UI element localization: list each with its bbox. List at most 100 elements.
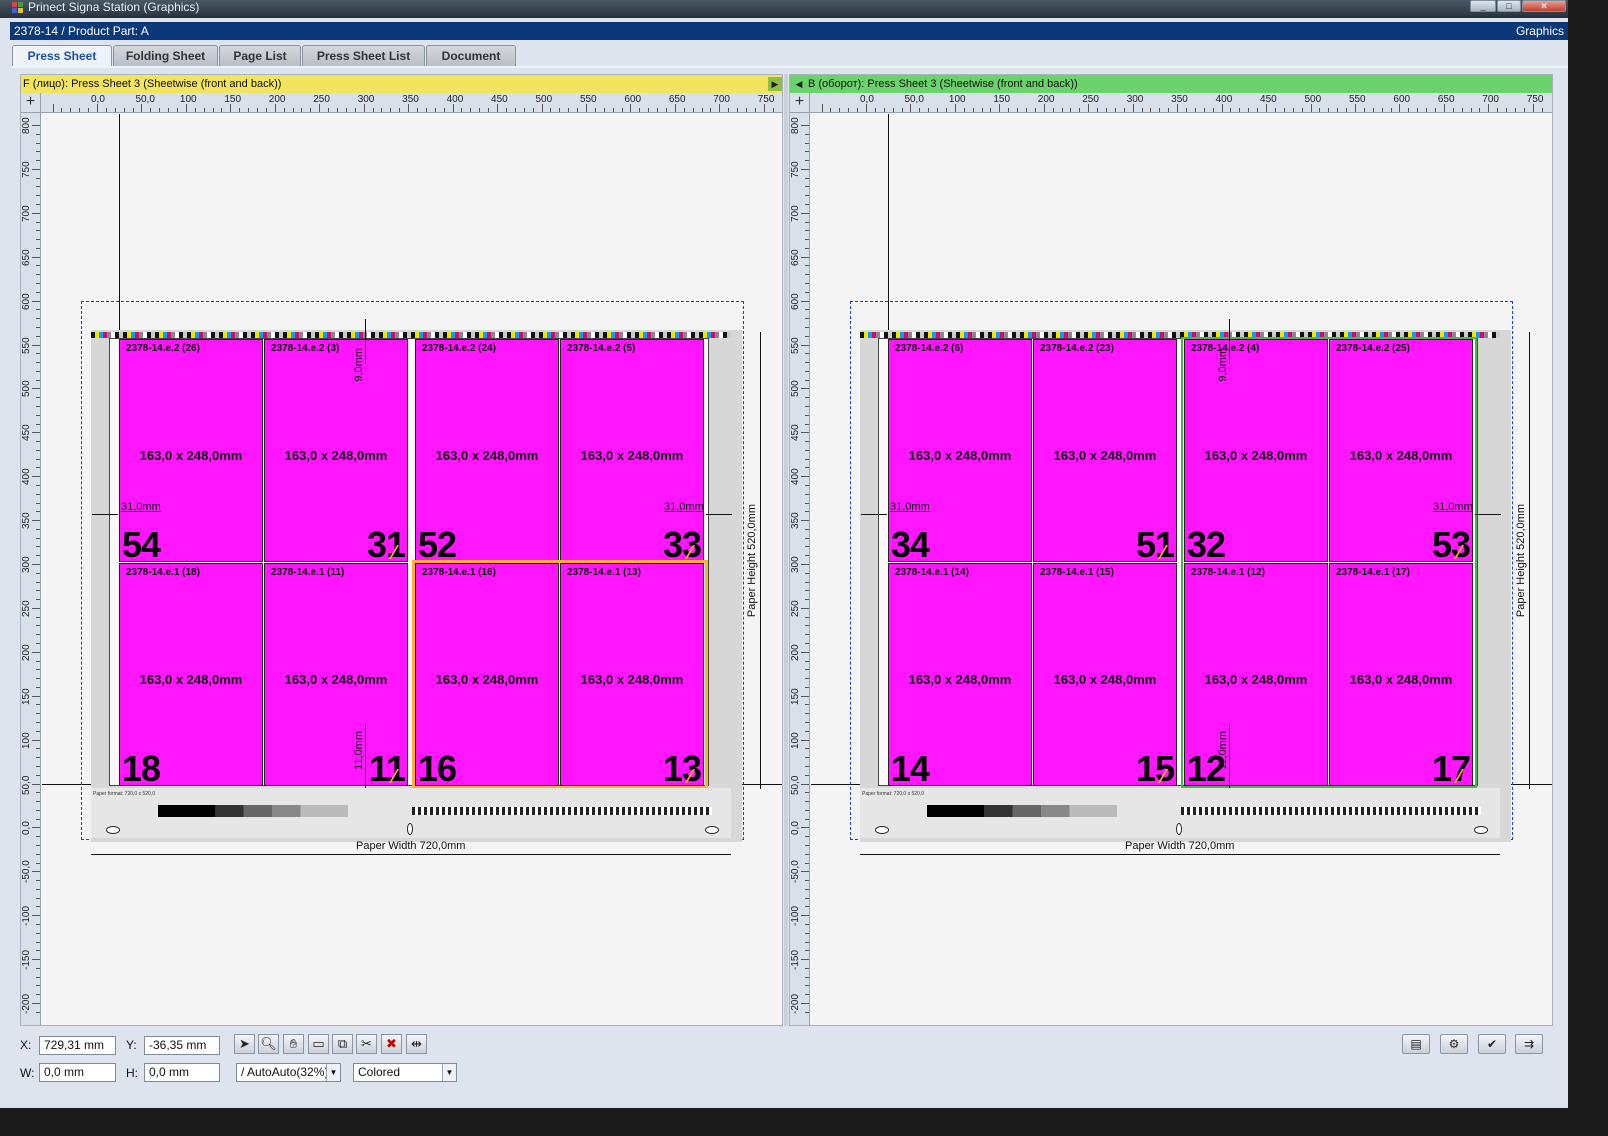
page-cell[interactable]: 2378-14.e.1 (16) 163,0 x 248,0mm 16	[415, 563, 559, 789]
h-field[interactable]: 0,0 mm	[144, 1063, 220, 1082]
tab-press-sheet-list[interactable]: Press Sheet List	[302, 45, 425, 67]
register-mark-icon	[1176, 823, 1182, 835]
ruler-tick	[292, 108, 294, 112]
zoom-icon[interactable]: 🔍︎	[258, 1034, 279, 1054]
ruler-tick	[1337, 108, 1339, 112]
x-field[interactable]: 729,31 mm	[39, 1036, 116, 1055]
copy-icon[interactable]: ⧉	[332, 1034, 353, 1054]
ruler-tick	[805, 686, 809, 688]
chevron-down-icon[interactable]: ▼	[442, 1064, 456, 1081]
page-cell[interactable]: 2378-14.e.2 (3) 163,0 x 248,0mm 31	[264, 339, 408, 565]
ruler-tick	[805, 616, 809, 618]
zoom-value: / AutoAuto(32%)	[241, 1065, 329, 1079]
chevron-right-icon[interactable]: ▶	[768, 77, 782, 91]
ruler-origin-icon[interactable]: +	[21, 93, 41, 113]
page-cell[interactable]: 2378-14.e.2 (6) 163,0 x 248,0mm 34	[888, 339, 1032, 565]
ruler-tick	[1266, 104, 1268, 112]
page-cell[interactable]: 2378-14.e.1 (13) 163,0 x 248,0mm 13	[560, 563, 704, 789]
ruler-label: 250	[313, 94, 330, 105]
ruler-tick	[1026, 108, 1028, 112]
distribute-icon[interactable]: ⇹	[406, 1034, 427, 1054]
ruler-tick	[1052, 108, 1054, 112]
zoom-select[interactable]: / AutoAuto(32%) ▼	[236, 1063, 341, 1082]
pane-splitter[interactable]	[784, 74, 788, 1026]
ruler-tick	[36, 897, 40, 899]
ruler-tick	[1363, 108, 1365, 112]
maximize-icon[interactable]: □	[1497, 0, 1521, 12]
page-cell[interactable]: 2378-14.e.2 (4) 163,0 x 248,0mm 32	[1184, 339, 1328, 565]
chevron-left-icon[interactable]: ◀	[792, 77, 806, 91]
tab-folding-sheet[interactable]: Folding Sheet	[113, 45, 218, 67]
hand-icon[interactable]: ✋︎	[283, 1034, 304, 1054]
ruler-tick	[36, 994, 40, 996]
y-field[interactable]: -36,35 mm	[144, 1036, 220, 1055]
ruler-tick	[763, 104, 765, 112]
ruler-tick	[805, 546, 809, 548]
window-title: Prinect Signa Station (Graphics)	[28, 0, 200, 14]
fit-view-icon[interactable]: ▤	[1402, 1034, 1430, 1054]
minimize-icon[interactable]: _	[1470, 0, 1496, 12]
ruler-label: 0,0	[21, 821, 32, 836]
page-cell[interactable]: 2378-14.e.1 (12) 163,0 x 248,0mm 12	[1184, 563, 1328, 789]
page-cell[interactable]: 2378-14.e.2 (23) 163,0 x 248,0mm 51	[1033, 339, 1177, 565]
select-arrow-icon[interactable]: ➤	[234, 1034, 255, 1054]
close-icon[interactable]: ✕	[1522, 0, 1566, 12]
ruler-label: 400	[790, 468, 801, 486]
color-mode-select[interactable]: Colored ▼	[353, 1063, 457, 1082]
page-cell[interactable]: 2378-14.e.1 (15) 163,0 x 248,0mm 15	[1033, 563, 1177, 789]
page-cell[interactable]: 2378-14.e.1 (17) 163,0 x 248,0mm 17	[1329, 563, 1473, 789]
ruler-label: 700	[21, 205, 32, 223]
ruler-tick	[36, 397, 40, 399]
ruler-label: 700	[1482, 94, 1499, 105]
ruler-tick	[32, 432, 40, 434]
ruler-tick	[848, 108, 850, 112]
page-cell[interactable]: 2378-14.e.2 (26) 163,0 x 248,0mm 54	[119, 339, 263, 565]
sheet-canvas[interactable]: 2378-14.e.2 (26) 163,0 x 248,0mm 54 2378-14…	[42, 114, 782, 1025]
tab-underline	[12, 66, 1568, 68]
ruler-label: 200	[268, 94, 286, 105]
tab-page-list[interactable]: Page List	[219, 45, 301, 67]
ruler-tick	[345, 108, 347, 112]
ruler-tick	[488, 108, 490, 112]
crop-icon[interactable]: ✂	[356, 1034, 377, 1054]
page-cell[interactable]: 2378-14.e.1 (18) 163,0 x 248,0mm 18	[119, 563, 263, 789]
frame-icon[interactable]: ▭	[308, 1034, 329, 1054]
ruler-tick	[805, 274, 809, 276]
ruler-tick	[417, 108, 419, 112]
ruler-tick	[805, 484, 809, 486]
ruler-tick	[203, 108, 205, 112]
chevron-down-icon[interactable]: ▼	[326, 1064, 340, 1081]
ruler-tick	[639, 108, 641, 112]
w-field[interactable]: 0,0 mm	[39, 1063, 116, 1082]
output-icon[interactable]: ⇉	[1515, 1034, 1543, 1054]
page-cell[interactable]: 2378-14.e.2 (24) 163,0 x 248,0mm 52	[415, 339, 559, 565]
ruler-tick	[185, 104, 187, 112]
page-cell[interactable]: 2378-14.e.1 (11) 163,0 x 248,0mm 11	[264, 563, 408, 789]
ruler-tick	[805, 774, 809, 776]
ruler-tick	[801, 915, 809, 917]
check-icon[interactable]: ✔	[1478, 1034, 1506, 1054]
settings-icon[interactable]: ⚙	[1440, 1034, 1468, 1054]
density-control-strip	[927, 805, 1117, 817]
tab-press-sheet[interactable]: Press Sheet	[12, 45, 112, 68]
sheet-canvas[interactable]: 2378-14.e.2 (6) 163,0 x 248,0mm 34 2378-14.…	[811, 114, 1552, 1025]
tab-document[interactable]: Document	[426, 45, 516, 67]
ruler-tick	[36, 853, 40, 855]
page-cell[interactable]: 2378-14.e.2 (25) 163,0 x 248,0mm 53	[1329, 339, 1473, 565]
page-cell[interactable]: 2378-14.e.1 (14) 163,0 x 248,0mm 14	[888, 563, 1032, 789]
page-cell[interactable]: 2378-14.e.2 (5) 163,0 x 248,0mm 33	[560, 339, 704, 565]
ruler-tick	[372, 108, 374, 112]
paper-height-dimension: Paper Height 520,0mm	[746, 504, 758, 618]
ruler-tick	[1381, 108, 1383, 112]
ruler-label: -100	[790, 906, 801, 927]
ruler-tick	[805, 757, 809, 759]
gutter-dimension-line	[365, 319, 366, 364]
ruler-tick	[821, 104, 823, 112]
ruler-tick	[1399, 104, 1401, 112]
ruler-tick	[946, 108, 947, 112]
ruler-tick	[805, 247, 809, 249]
delete-icon[interactable]: ✖	[381, 1034, 402, 1054]
ruler-tick	[805, 555, 809, 557]
ruler-tick	[801, 871, 809, 873]
ruler-origin-icon[interactable]: +	[790, 93, 810, 113]
